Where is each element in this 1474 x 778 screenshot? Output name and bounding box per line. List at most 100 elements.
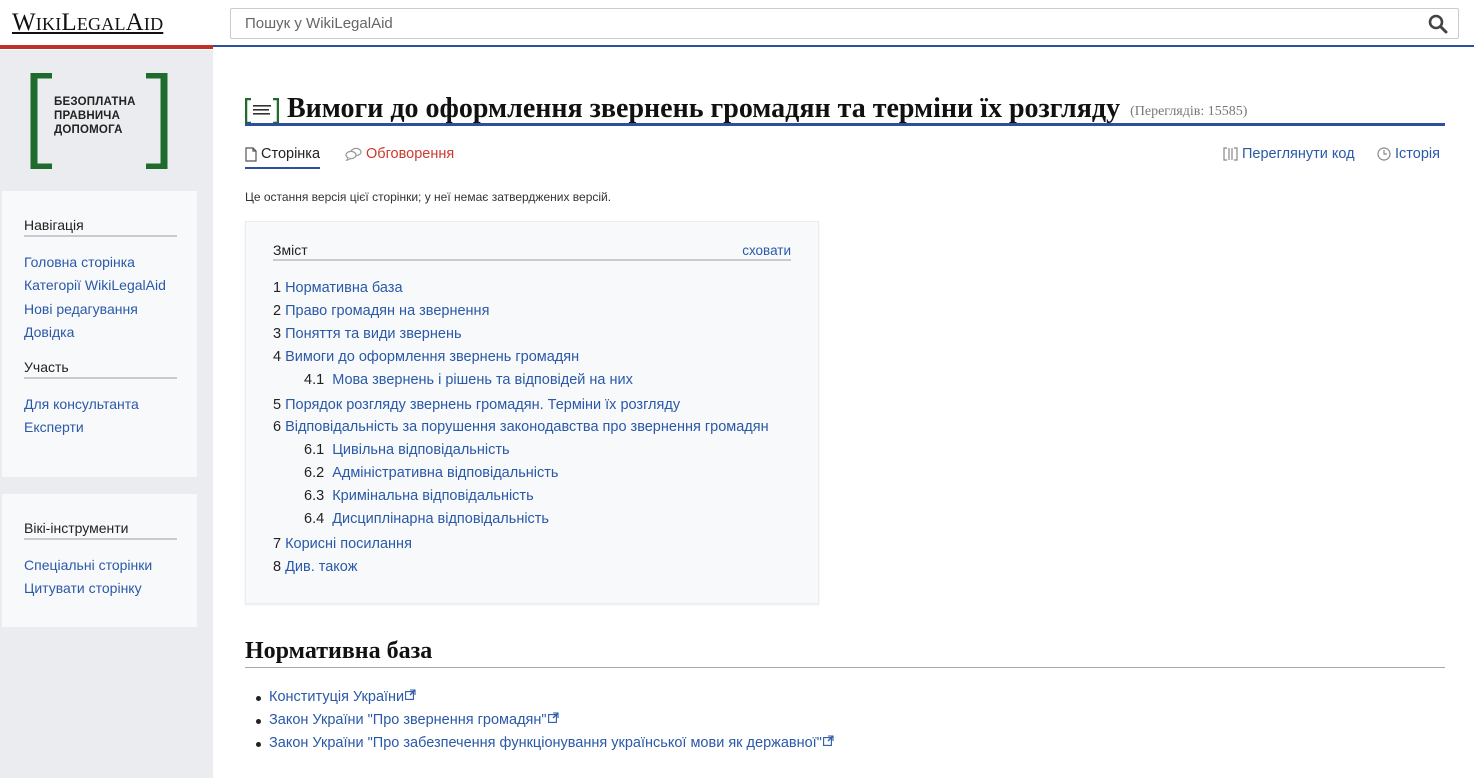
search-button[interactable] (1418, 9, 1458, 38)
toc-list: 1 Нормативна база 2 Право громадян на звер… (273, 277, 791, 579)
toc-number: 4 (273, 348, 282, 365)
toc-number: 8 (273, 558, 282, 575)
toc-number: 5 (273, 396, 282, 413)
legal-aid-logo[interactable]: БЕЗОПЛАТНА ПРАВНИЧА ДОПОМОГА (30, 71, 168, 171)
toc-subitem: 6.1 Цивільна відповідальність (273, 439, 791, 462)
external-link[interactable]: Закон України "Про забезпечення функціон… (269, 735, 822, 751)
toc-header: Зміст сховати (273, 242, 791, 261)
logo-text: БЕЗОПЛАТНА ПРАВНИЧА ДОПОМОГА (54, 95, 136, 137)
sidebar-item-special-pages[interactable]: Спеціальні сторінки (24, 554, 197, 577)
top-bar: WikiLegalAid (0, 0, 1474, 49)
external-link-icon (405, 689, 416, 700)
external-link[interactable]: Конституція України (269, 689, 404, 705)
tab-talk[interactable]: Обговорення (345, 146, 454, 162)
sidebar-item-experts[interactable]: Експерти (24, 416, 197, 439)
toc-number: 4.1 (304, 371, 325, 388)
section-heading: Нормативна база (245, 638, 1445, 668)
sidebar: БЕЗОПЛАТНА ПРАВНИЧА ДОПОМОГА Навігація Г… (0, 50, 213, 778)
toc-item: 3 Поняття та види звернень (273, 323, 791, 346)
toc-item: 7 Корисні посилання (273, 533, 791, 556)
tab-history[interactable]: Історія (1377, 146, 1440, 162)
toc-number: 6.1 (304, 442, 325, 459)
portal-heading-navigation: Навігація (24, 217, 177, 237)
portal-heading-participation: Участь (24, 359, 177, 380)
table-of-contents: Зміст сховати 1 Нормативна база 2 Право гр… (245, 221, 819, 604)
search-box (230, 8, 1459, 39)
toc-item: 6 Відповідальність за порушення законодав… (273, 416, 791, 439)
portal-heading-tools: Вікі-інструменти (24, 520, 177, 540)
sidebar-portal-tools: Вікі-інструменти Спеціальні сторінки Цит… (2, 494, 197, 627)
sidebar-item-help[interactable]: Довідка (24, 321, 197, 344)
tab-view-source[interactable]: Переглянути код (1223, 146, 1355, 162)
logo-line: ДОПОМОГА (54, 124, 123, 136)
site-logo-wordmark[interactable]: WikiLegalAid (0, 0, 213, 46)
brand-underline (0, 45, 213, 49)
title-divider (245, 123, 1445, 126)
code-brackets-icon (1223, 147, 1238, 161)
view-count: (Переглядів: 15585) (1130, 104, 1248, 119)
toc-number: 6 (273, 419, 282, 436)
toc-link[interactable]: Нормативна база (285, 280, 402, 296)
external-link-icon (547, 712, 559, 723)
toc-link[interactable]: Мова звернень і рішень та відповідей на … (332, 372, 633, 388)
toc-link[interactable]: Адміністративна відповідальність (332, 465, 558, 481)
legal-aid-mini-logo-icon (245, 98, 279, 124)
toc-link[interactable]: Поняття та види звернень (285, 326, 461, 342)
page-tabs: Сторінка Обговорення Переглянути код Іст… (245, 146, 1445, 172)
page-title-row: Вимоги до оформлення звернень громадян т… (245, 92, 1445, 126)
toc-link[interactable]: Відповідальність за порушення законодавс… (285, 419, 769, 435)
external-link-icon (822, 735, 834, 746)
list-item: Конституція України (256, 686, 834, 709)
toc-subitem: 4.1 Мова звернень і рішень та відповідей… (273, 369, 791, 392)
toc-item: 5 Порядок розгляду звернень громадян. Тер… (273, 394, 791, 417)
revision-note: Це остання версія цієї сторінки; у неї н… (245, 190, 612, 204)
toc-hide-toggle[interactable]: сховати (742, 243, 791, 258)
toc-subitem: 6.4 Дисциплінарна відповідальність (273, 508, 791, 531)
sidebar-item-recent-changes[interactable]: Нові редагування (24, 298, 197, 321)
toc-link[interactable]: Кримінальна відповідальність (332, 488, 533, 504)
page-title: Вимоги до оформлення звернень громадян т… (287, 93, 1121, 124)
page-icon (245, 146, 257, 162)
tab-talk-label: Обговорення (366, 146, 455, 162)
sidebar-portal-navigation: Навігація Головна сторінка Категорії Wik… (2, 191, 197, 477)
tab-page-label: Сторінка (261, 146, 321, 162)
search-input[interactable] (231, 9, 1418, 38)
reference-list: Конституція України Закон України "Про з… (256, 686, 834, 755)
sidebar-item-categories[interactable]: Категорії WikiLegalAid (24, 274, 197, 297)
search-icon (1428, 14, 1448, 33)
sidebar-item-cite-page[interactable]: Цитувати сторінку (24, 577, 197, 600)
toc-number: 6.3 (304, 488, 325, 505)
list-item: Закон України "Про звернення громадян" (256, 709, 834, 732)
sidebar-item-main-page[interactable]: Головна сторінка (24, 251, 197, 274)
tab-page[interactable]: Сторінка (245, 146, 321, 169)
speech-bubbles-icon (345, 147, 362, 161)
toc-number: 7 (273, 535, 282, 552)
toc-item: 2 Право громадян на звернення (273, 300, 791, 323)
toc-number: 3 (273, 325, 282, 342)
toc-subitem: 6.3 Кримінальна відповідальність (273, 485, 791, 508)
toc-number: 6.2 (304, 465, 325, 482)
toc-link[interactable]: Право громадян на звернення (285, 303, 489, 319)
external-link[interactable]: Закон України "Про звернення громадян" (269, 712, 547, 728)
toc-link[interactable]: Цивільна відповідальність (332, 442, 509, 458)
clock-icon (1377, 147, 1391, 161)
toc-link[interactable]: Вимоги до оформлення звернень громадян (285, 349, 579, 365)
toc-item: 4 Вимоги до оформлення звернень громадян (273, 346, 791, 369)
toc-link[interactable]: Порядок розгляду звернень громадян. Терм… (285, 397, 680, 413)
toc-number: 6.4 (304, 511, 325, 528)
toc-link[interactable]: Див. також (285, 559, 357, 575)
toc-item: 8 Див. також (273, 556, 791, 579)
tab-view-source-label: Переглянути код (1242, 146, 1355, 162)
logo-line: ПРАВНИЧА (54, 110, 121, 122)
toc-link[interactable]: Дисциплінарна відповідальність (332, 511, 549, 527)
site-name: WikiLegalAid (12, 9, 164, 36)
logo-line: БЕЗОПЛАТНА (54, 96, 136, 108)
toc-subitem: 6.2 Адміністративна відповідальність (273, 462, 791, 485)
toc-number: 1 (273, 280, 282, 296)
toc-number: 2 (273, 302, 282, 319)
sidebar-item-for-consultant[interactable]: Для консультанта (24, 393, 197, 416)
toc-link[interactable]: Корисні посилання (285, 536, 412, 552)
header-divider (213, 45, 1474, 49)
toc-item: 1 Нормативна база (273, 277, 791, 300)
toc-title: Зміст (273, 242, 308, 258)
